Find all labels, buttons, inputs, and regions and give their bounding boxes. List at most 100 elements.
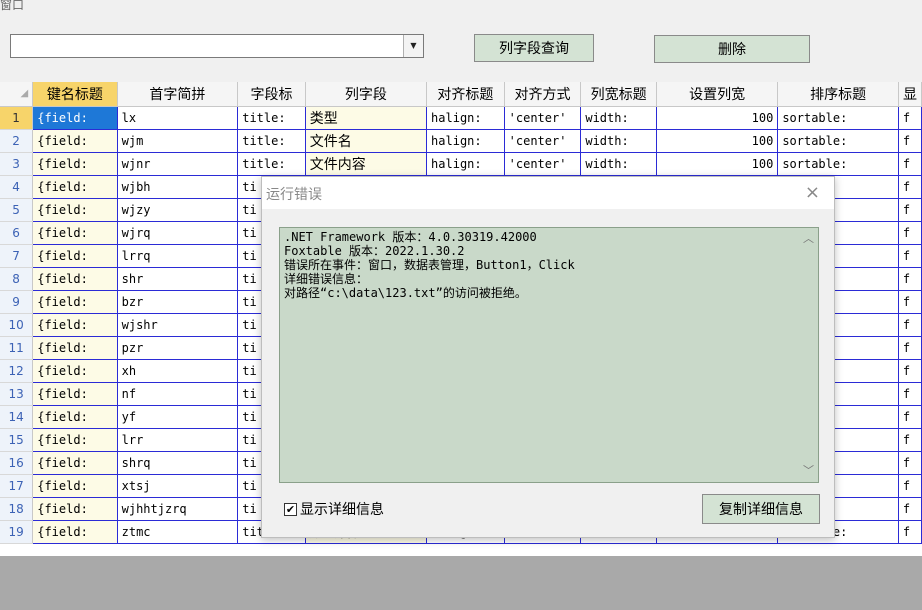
table-cell[interactable]: {field: bbox=[32, 290, 118, 314]
chevron-down-icon[interactable]: ▼ bbox=[403, 35, 423, 57]
table-cell[interactable]: shrq bbox=[117, 451, 239, 475]
table-cell[interactable]: f bbox=[898, 359, 922, 383]
table-cell[interactable]: xtsj bbox=[117, 474, 239, 498]
table-cell[interactable]: wjzy bbox=[117, 198, 239, 222]
table-cell[interactable]: pzr bbox=[117, 336, 239, 360]
table-cell[interactable]: f bbox=[898, 474, 922, 498]
close-icon[interactable]: × bbox=[805, 182, 820, 203]
table-cell[interactable]: nf bbox=[117, 382, 239, 406]
table-row[interactable]: 1 {field: lx title: 类型 halign:'center' width: 1… bbox=[0, 106, 922, 130]
table-cell[interactable]: halign: bbox=[426, 129, 505, 153]
column-header[interactable]: 显 bbox=[898, 82, 922, 107]
table-cell[interactable]: lrr bbox=[117, 428, 239, 452]
error-details-textbox[interactable]: .NET Framework 版本：4.0.30319.42000 Foxtab… bbox=[279, 227, 819, 483]
table-cell[interactable]: f bbox=[898, 244, 922, 268]
table-cell[interactable]: {field: bbox=[32, 520, 118, 544]
table-cell[interactable]: f bbox=[898, 336, 922, 360]
table-cell[interactable]: {field: bbox=[32, 267, 118, 291]
table-cell[interactable]: 100 bbox=[656, 129, 779, 153]
table-row[interactable]: 2 {field: wjm title: 文件名 halign:'center' width… bbox=[0, 129, 922, 153]
table-cell[interactable]: width: bbox=[580, 106, 658, 130]
table-cell[interactable]: {field: bbox=[32, 198, 118, 222]
table-cell[interactable]: f bbox=[898, 313, 922, 337]
table-cell[interactable]: lrrq bbox=[117, 244, 239, 268]
grid-corner[interactable]: ◢ bbox=[0, 82, 34, 107]
field-combo[interactable]: ▼ bbox=[10, 34, 424, 58]
table-cell[interactable]: {field: bbox=[32, 106, 118, 130]
row-number[interactable]: 13 bbox=[0, 382, 34, 406]
table-cell[interactable]: f bbox=[898, 175, 922, 199]
table-cell[interactable]: halign: bbox=[426, 106, 505, 130]
row-number[interactable]: 1 bbox=[0, 106, 34, 130]
table-cell[interactable]: {field: bbox=[32, 405, 118, 429]
column-header[interactable]: 排序标题 bbox=[777, 82, 899, 107]
table-cell[interactable]: 100 bbox=[656, 152, 779, 176]
row-number[interactable]: 17 bbox=[0, 474, 34, 498]
table-cell[interactable]: wjm bbox=[117, 129, 239, 153]
row-number[interactable]: 8 bbox=[0, 267, 34, 291]
column-header[interactable]: 键名标题 bbox=[32, 82, 118, 107]
table-cell[interactable]: f bbox=[898, 520, 922, 544]
table-cell[interactable]: bzr bbox=[117, 290, 239, 314]
table-cell[interactable]: sortable: bbox=[777, 106, 899, 130]
table-cell[interactable]: sortable: bbox=[777, 152, 899, 176]
table-cell[interactable]: wjbh bbox=[117, 175, 239, 199]
row-number[interactable]: 6 bbox=[0, 221, 34, 245]
table-cell[interactable]: {field: bbox=[32, 474, 118, 498]
table-cell[interactable]: {field: bbox=[32, 497, 118, 521]
show-details-checkbox[interactable]: ✔ 显示详细信息 bbox=[284, 499, 384, 519]
row-number[interactable]: 9 bbox=[0, 290, 34, 314]
table-cell[interactable]: wjnr bbox=[117, 152, 239, 176]
table-cell[interactable]: f bbox=[898, 290, 922, 314]
table-cell[interactable]: 'center' bbox=[504, 106, 582, 130]
table-cell[interactable]: lx bbox=[117, 106, 239, 130]
table-cell[interactable]: {field: bbox=[32, 382, 118, 406]
column-header[interactable]: 列宽标题 bbox=[580, 82, 658, 107]
row-number[interactable]: 7 bbox=[0, 244, 34, 268]
table-cell[interactable]: {field: bbox=[32, 175, 118, 199]
table-cell[interactable]: 文件内容 bbox=[305, 152, 428, 176]
column-header[interactable]: 字段标 bbox=[237, 82, 306, 107]
table-cell[interactable]: 类型 bbox=[305, 106, 428, 130]
table-cell[interactable]: f bbox=[898, 405, 922, 429]
row-number[interactable]: 18 bbox=[0, 497, 34, 521]
row-number[interactable]: 10 bbox=[0, 313, 34, 337]
table-cell[interactable]: {field: bbox=[32, 451, 118, 475]
row-number[interactable]: 5 bbox=[0, 198, 34, 222]
table-cell[interactable]: shr bbox=[117, 267, 239, 291]
table-cell[interactable]: f bbox=[898, 382, 922, 406]
row-number[interactable]: 19 bbox=[0, 520, 34, 544]
table-cell[interactable]: f bbox=[898, 221, 922, 245]
table-cell[interactable]: xh bbox=[117, 359, 239, 383]
row-number[interactable]: 3 bbox=[0, 152, 34, 176]
column-header[interactable]: 首字简拼 bbox=[117, 82, 239, 107]
table-cell[interactable]: title: bbox=[237, 129, 306, 153]
table-cell[interactable]: {field: bbox=[32, 221, 118, 245]
table-cell[interactable]: title: bbox=[237, 152, 306, 176]
table-cell[interactable]: 'center' bbox=[504, 129, 582, 153]
table-cell[interactable]: f bbox=[898, 497, 922, 521]
table-cell[interactable]: {field: bbox=[32, 359, 118, 383]
table-cell[interactable]: sortable: bbox=[777, 129, 899, 153]
table-cell[interactable]: f bbox=[898, 129, 922, 153]
table-cell[interactable]: {field: bbox=[32, 336, 118, 360]
table-cell[interactable]: f bbox=[898, 152, 922, 176]
row-number[interactable]: 2 bbox=[0, 129, 34, 153]
table-cell[interactable]: wjshr bbox=[117, 313, 239, 337]
table-cell[interactable]: title: bbox=[237, 106, 306, 130]
table-cell[interactable]: f bbox=[898, 106, 922, 130]
scroll-up-icon[interactable]: ︿ bbox=[803, 232, 814, 246]
table-cell[interactable]: yf bbox=[117, 405, 239, 429]
table-cell[interactable]: {field: bbox=[32, 428, 118, 452]
row-number[interactable]: 11 bbox=[0, 336, 34, 360]
table-cell[interactable]: halign: bbox=[426, 152, 505, 176]
table-cell[interactable]: ztmc bbox=[117, 520, 239, 544]
table-cell[interactable]: f bbox=[898, 451, 922, 475]
table-cell[interactable]: wjrq bbox=[117, 221, 239, 245]
table-cell[interactable]: 文件名 bbox=[305, 129, 428, 153]
row-number[interactable]: 12 bbox=[0, 359, 34, 383]
table-cell[interactable]: f bbox=[898, 428, 922, 452]
copy-details-button[interactable]: 复制详细信息 bbox=[702, 494, 820, 524]
row-number[interactable]: 4 bbox=[0, 175, 34, 199]
checkbox-icon[interactable]: ✔ bbox=[284, 502, 297, 516]
